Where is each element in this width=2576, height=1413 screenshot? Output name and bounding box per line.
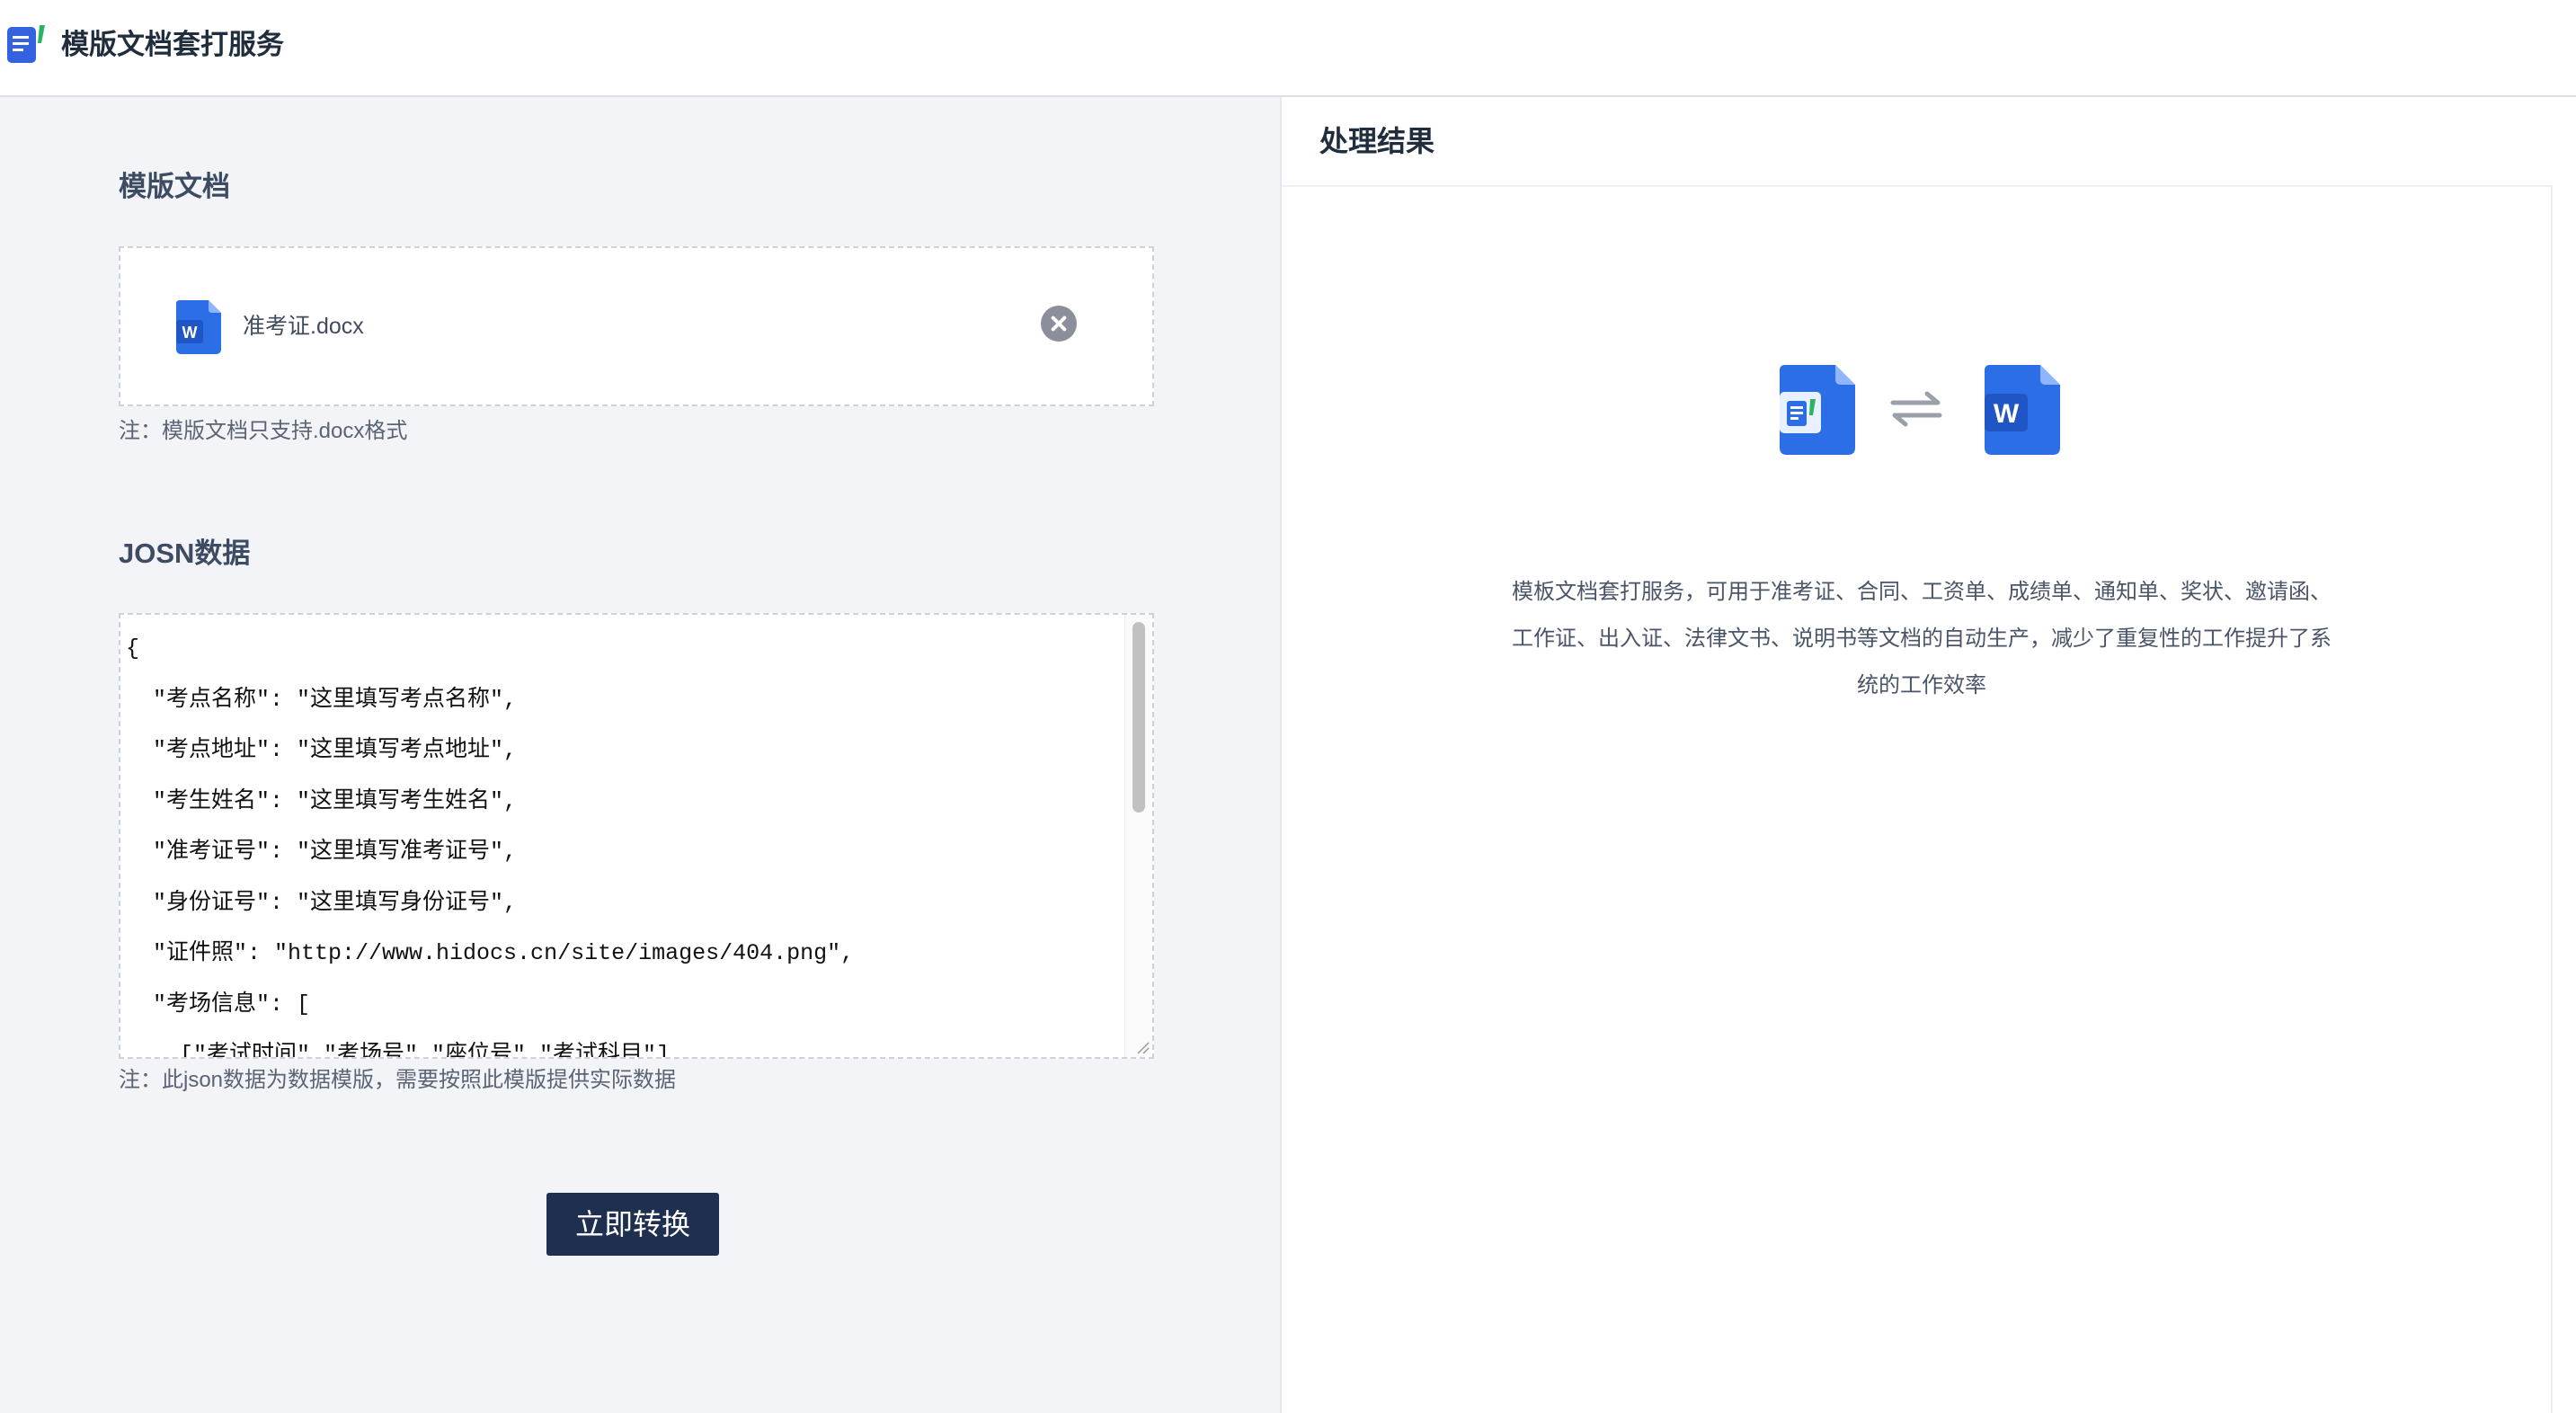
template-upload-area[interactable]: W 准考证.docx — [119, 246, 1154, 406]
input-panel: 模版文档 W 准考证.docx 注：模版文档只支持.docx格式 JOSN数据 … — [0, 97, 1282, 1413]
json-template-note: 注：此json数据为数据模版，需要按照此模版提供实际数据 — [119, 1068, 677, 1092]
swap-arrows-icon — [1890, 391, 1942, 427]
template-file-name: 准考证.docx — [243, 314, 364, 339]
template-doc-icon — [1780, 365, 1855, 455]
result-scrollbar[interactable] — [2551, 185, 2576, 1413]
json-section-title: JOSN数据 — [119, 538, 251, 569]
convert-button[interactable]: 立即转换 — [546, 1193, 719, 1256]
result-title: 处理结果 — [1319, 125, 1435, 157]
json-data-content[interactable]: { "考点名称": "这里填写考点名称", "考点地址": "这里填写考点地址"… — [126, 624, 1115, 1057]
document-app-icon — [7, 25, 45, 63]
template-section-title: 模版文档 — [119, 171, 230, 202]
svg-text:W: W — [1994, 399, 2020, 429]
word-file-icon: W — [1985, 365, 2060, 455]
svg-text:W: W — [182, 324, 198, 342]
result-panel: 处理结果 W 模板文档套打服务，可用于准考证、合同、工资单、成绩单、通知单、奖状… — [1282, 97, 2576, 1413]
app-title: 模版文档套打服务 — [61, 29, 284, 60]
json-scrollbar[interactable] — [1124, 615, 1152, 1057]
json-scrollbar-thumb[interactable] — [1133, 622, 1145, 813]
result-divider — [1282, 185, 2551, 187]
close-circle-icon[interactable] — [1041, 306, 1077, 342]
json-data-textarea[interactable]: { "考点名称": "这里填写考点名称", "考点地址": "这里填写考点地址"… — [119, 613, 1154, 1059]
service-description: 模板文档套打服务，可用于准考证、合同、工资单、成绩单、通知单、奖状、邀请函、工作… — [1512, 579, 2332, 698]
app-header: 模版文档套打服务 — [0, 0, 2576, 97]
word-file-icon: W — [176, 300, 221, 354]
resize-grip-icon[interactable] — [1134, 1039, 1150, 1055]
template-format-note: 注：模版文档只支持.docx格式 — [119, 419, 408, 443]
